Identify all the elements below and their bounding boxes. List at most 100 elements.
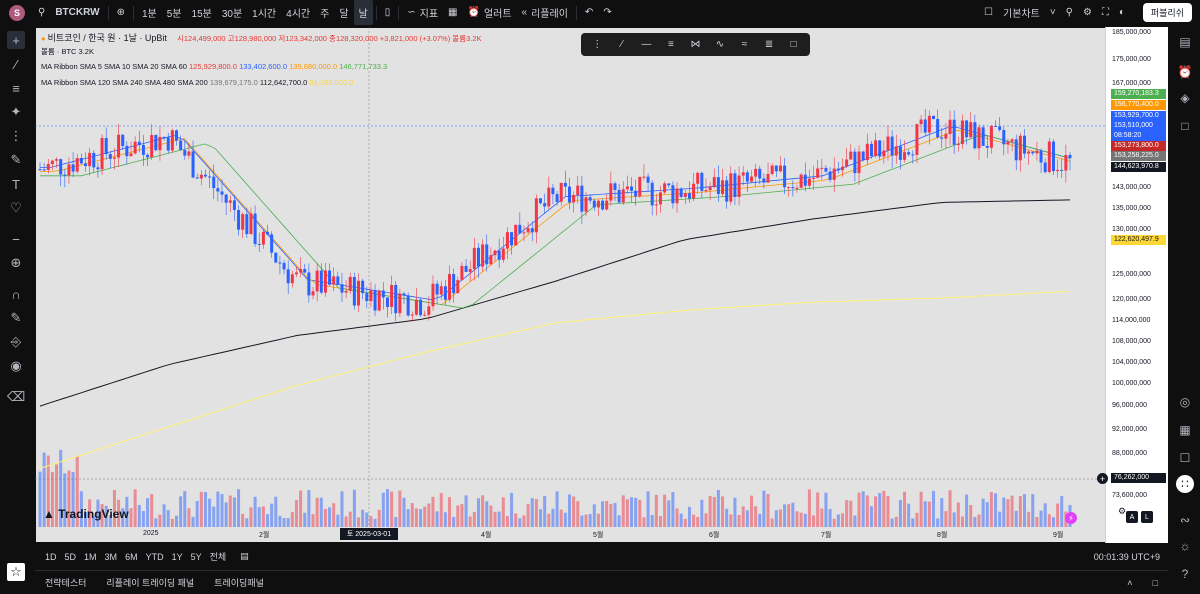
range-1d[interactable]: 1D	[41, 552, 61, 562]
volume-bar	[394, 517, 398, 527]
brush-icon[interactable]: ✎	[7, 151, 25, 169]
timeframe-month[interactable]: 달	[334, 0, 353, 25]
timeframe-1h[interactable]: 1시간	[247, 0, 281, 25]
time-tick: 4월	[481, 532, 492, 539]
auto-scale-button[interactable]: A	[1126, 511, 1138, 523]
parallel-channel-icon[interactable]: ≡	[662, 37, 680, 53]
apps-grid-icon[interactable]: ∷	[1176, 475, 1194, 493]
tradingview-watermark[interactable]: ▲ TradingView	[43, 507, 129, 521]
symbol-name[interactable]: BTCKRW	[50, 0, 104, 25]
target-icon[interactable]: ◎	[1176, 393, 1194, 411]
zoom-in-icon[interactable]: ⊕	[7, 254, 25, 272]
layout-checkbox-icon[interactable]: ☐	[979, 0, 998, 25]
range-5y[interactable]: 5Y	[187, 552, 206, 562]
timeframe-day[interactable]: 날	[353, 0, 373, 25]
rectangle-icon[interactable]: □	[785, 37, 803, 53]
path-icon[interactable]: ≈	[736, 37, 754, 53]
chevron-down-icon[interactable]: ˅	[1045, 0, 1061, 25]
range-5d[interactable]: 5D	[61, 552, 81, 562]
indicators-button[interactable]: ∽ 지표	[402, 0, 443, 25]
pattern-icon[interactable]: ✦	[7, 103, 25, 121]
range-all[interactable]: 전체	[206, 550, 231, 563]
camera-icon[interactable]: ◐	[1114, 0, 1130, 25]
elliott-wave-icon[interactable]: ∿	[711, 37, 729, 53]
fib-tool-icon[interactable]: ≣	[760, 37, 778, 53]
volume-bar	[406, 509, 410, 527]
timeframe-30m[interactable]: 30분	[217, 0, 247, 25]
timeframe-15m[interactable]: 15분	[187, 0, 217, 25]
alert-button[interactable]: ⏰ 얼러트	[462, 0, 516, 25]
pitchfork-icon[interactable]: ⋈	[686, 37, 704, 53]
candle-body	[563, 182, 567, 187]
help-icon[interactable]: ?	[1176, 565, 1194, 583]
volume-bar	[1056, 503, 1060, 527]
layout-name[interactable]: 기본차트	[998, 0, 1045, 25]
fib-retracement-icon[interactable]: ≡	[7, 79, 25, 97]
volume-bar	[274, 496, 278, 527]
volume-legend[interactable]: 볼륨 · BTC 3.2K	[41, 46, 94, 57]
candle-style-icon[interactable]: ▯	[380, 0, 396, 25]
notification-icon[interactable]: ☐	[1176, 449, 1194, 467]
range-ytd[interactable]: YTD	[142, 552, 168, 562]
settings-gear-icon[interactable]: ⚙	[1078, 0, 1097, 25]
heart-icon[interactable]: ♡	[7, 199, 25, 217]
drag-handle-icon[interactable]: ⋮	[588, 37, 606, 53]
timeframe-5m[interactable]: 5분	[162, 0, 187, 25]
lock-drawing-icon[interactable]: ✎	[7, 309, 25, 327]
position-icon[interactable]: ⋮	[7, 127, 25, 145]
ma-ribbon-2-name: MA Ribbon SMA 120 SMA 240 SMA 480 SMA 20…	[41, 78, 208, 87]
trendline-icon[interactable]: ∕	[7, 55, 25, 73]
price-chart[interactable]	[35, 27, 1105, 543]
lightning-icon[interactable]: ⚡	[1065, 512, 1077, 524]
ma-ribbon-1-legend[interactable]: MA Ribbon SMA 5 SMA 10 SMA 20 SMA 60 125…	[41, 62, 387, 71]
range-6m[interactable]: 6M	[121, 552, 142, 562]
alarm-clock-icon[interactable]: ⏰	[1176, 63, 1194, 81]
calendar-icon[interactable]: ▦	[1176, 421, 1194, 439]
layers-icon[interactable]: ◈	[1176, 89, 1194, 107]
clock-timezone[interactable]: 00:01:39 UTC+9	[1090, 552, 1164, 562]
candle-body	[88, 152, 92, 167]
range-1y[interactable]: 1Y	[168, 552, 187, 562]
publish-button[interactable]: 퍼블리쉬	[1142, 3, 1192, 22]
timeframe-week[interactable]: 주	[315, 0, 334, 25]
fullscreen-icon[interactable]: ⛶	[1097, 0, 1114, 25]
quick-search-icon[interactable]: ⚲	[1061, 0, 1078, 25]
trash-icon[interactable]: ⌫	[7, 388, 25, 406]
tab-strategy-tester[interactable]: 전략테스터	[35, 576, 96, 589]
timeframe-4h[interactable]: 4시간	[281, 0, 315, 25]
search-icon[interactable]: ⚲	[33, 0, 50, 25]
replay-button[interactable]: «리플레이	[517, 0, 573, 25]
volume-bar	[625, 499, 629, 527]
crosshair-icon[interactable]: +	[7, 31, 25, 49]
tab-trading-panel[interactable]: 트레이딩패널	[204, 576, 274, 589]
light-bulb-icon[interactable]: ☼	[1176, 537, 1194, 555]
undo-icon[interactable]: ↶	[580, 0, 598, 25]
log-scale-button[interactable]: L	[1141, 511, 1153, 523]
goto-date-icon[interactable]: ▤	[236, 551, 253, 562]
eye-icon[interactable]: ◉	[7, 357, 25, 375]
symbol-title[interactable]: 비트코인 / 한국 원 · 1날 · UpBit	[48, 33, 167, 43]
redo-icon[interactable]: ↷	[598, 0, 616, 25]
tab-replay-trading[interactable]: 리플레이 트레이딩 패널	[96, 576, 204, 589]
ruler-icon[interactable]: ⎯	[7, 230, 25, 248]
range-3m[interactable]: 3M	[101, 552, 122, 562]
user-avatar[interactable]: S	[9, 4, 25, 21]
magnet-icon[interactable]: ∩	[7, 285, 25, 303]
layout-grid-icon[interactable]: ▦	[443, 0, 462, 25]
chat-icon[interactable]: □	[1176, 117, 1194, 135]
timeframe-1m[interactable]: 1분	[137, 0, 162, 25]
range-1m[interactable]: 1M	[80, 552, 101, 562]
candle-body	[456, 280, 460, 294]
broadcast-icon[interactable]: ∾	[1176, 511, 1194, 529]
add-alert-icon[interactable]: +	[1097, 473, 1108, 484]
trendline-tool-icon[interactable]: ∕	[613, 37, 631, 53]
text-icon[interactable]: T	[7, 175, 25, 193]
star-icon[interactable]: ☆	[7, 563, 25, 581]
lock-icon[interactable]: ⎆	[7, 333, 25, 351]
add-symbol-icon[interactable]: ⊕	[112, 0, 130, 25]
maximize-icon[interactable]: □	[1143, 578, 1168, 588]
watchlist-icon[interactable]: ▤	[1176, 33, 1194, 51]
chevron-up-icon[interactable]: ˄	[1117, 578, 1142, 588]
horizontal-ray-icon[interactable]: —	[637, 37, 655, 53]
ma-ribbon-2-legend[interactable]: MA Ribbon SMA 120 SMA 240 SMA 480 SMA 20…	[41, 78, 353, 87]
